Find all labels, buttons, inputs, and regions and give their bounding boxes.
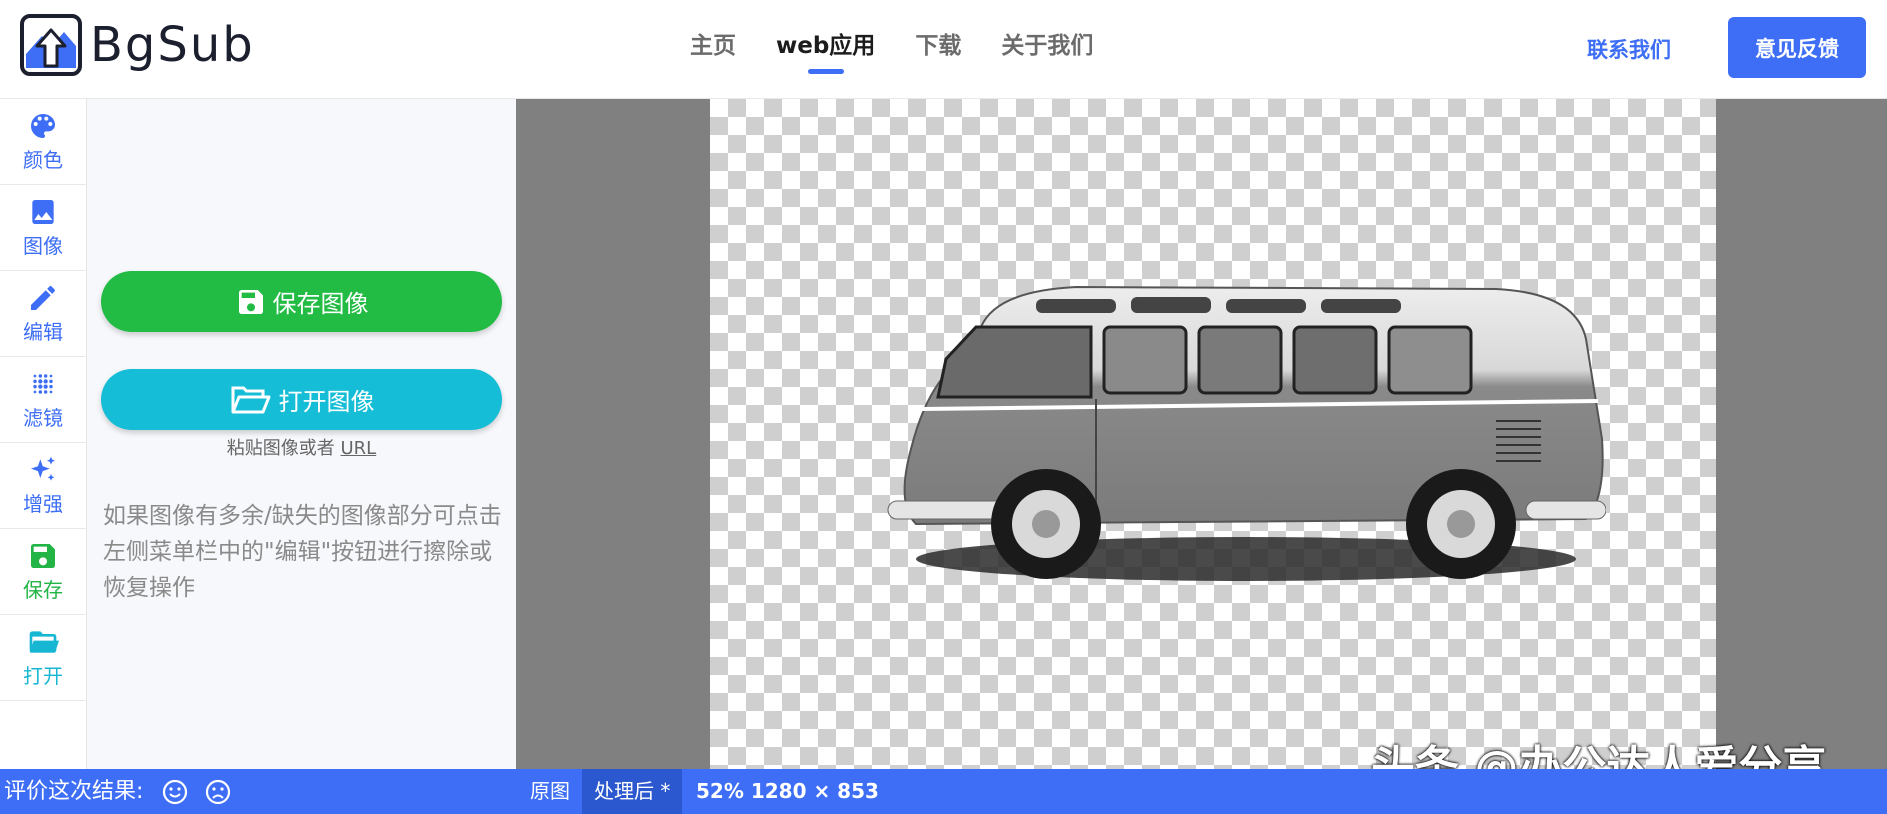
main-nav: 主页 web应用 下载 关于我们 bbox=[690, 26, 1093, 74]
rail-label-image: 图像 bbox=[23, 234, 63, 258]
folder-open-icon bbox=[231, 386, 270, 413]
bottom-status-bar: 评价这次结果: 原图 处理后 * 52% 1280 × 853 bbox=[0, 769, 1887, 814]
logo-mark-icon bbox=[20, 14, 82, 76]
tab-processed[interactable]: 处理后 * bbox=[582, 769, 683, 814]
feedback-button[interactable]: 意见反馈 bbox=[1728, 17, 1866, 78]
palette-icon bbox=[31, 114, 55, 138]
rail-label-open: 打开 bbox=[23, 664, 63, 688]
logo-text: BgSub bbox=[90, 17, 255, 73]
nav-item-web-app[interactable]: web应用 bbox=[776, 26, 875, 74]
save-image-label: 保存图像 bbox=[272, 290, 369, 318]
image-canvas[interactable]: 头条 @办公达人爱分享 bbox=[516, 99, 1887, 769]
sparkles-icon bbox=[31, 456, 55, 481]
rail-item-save[interactable]: 保存 bbox=[0, 529, 86, 615]
paste-url-link[interactable]: URL bbox=[341, 438, 377, 459]
rail-label-save: 保存 bbox=[23, 578, 63, 602]
contact-link[interactable]: 联系我们 bbox=[1587, 34, 1671, 64]
save-image-button[interactable]: 保存图像 bbox=[101, 271, 502, 332]
rail-label-enhance: 增强 bbox=[23, 492, 63, 516]
paste-hint-text: 粘贴图像或者 bbox=[226, 438, 335, 459]
rail-item-filter[interactable]: 滤镜 bbox=[0, 357, 86, 443]
pencil-icon bbox=[31, 285, 55, 310]
nav-item-home[interactable]: 主页 bbox=[690, 26, 736, 74]
rail-item-color[interactable]: 颜色 bbox=[0, 99, 86, 185]
logo[interactable]: BgSub bbox=[20, 14, 255, 76]
tab-original[interactable]: 原图 bbox=[520, 769, 580, 814]
floppy-disk-icon bbox=[238, 289, 263, 314]
watermark-text: 头条 @办公达人爱分享 bbox=[1371, 742, 1827, 769]
dots-grid-icon bbox=[33, 374, 53, 394]
folder-open-icon bbox=[29, 631, 59, 653]
rail-item-edit[interactable]: 编辑 bbox=[0, 271, 86, 357]
processed-van-image bbox=[887, 285, 1606, 581]
rail-label-edit: 编辑 bbox=[23, 320, 63, 344]
rail-item-image[interactable]: 图像 bbox=[0, 185, 86, 271]
image-info-readout: 52% 1280 × 853 bbox=[696, 779, 879, 803]
nav-item-download[interactable]: 下载 bbox=[915, 26, 961, 74]
frown-face-icon[interactable] bbox=[205, 779, 231, 805]
edit-tip-text: 如果图像有多余/缺失的图像部分可点击左侧菜单栏中的"编辑"按钮进行擦除或恢复操作 bbox=[103, 503, 502, 601]
paste-hint: 粘贴图像或者 URL bbox=[87, 434, 516, 460]
image-icon bbox=[32, 200, 54, 224]
floppy-disk-icon bbox=[31, 544, 55, 568]
rate-result-label: 评价这次结果: bbox=[4, 779, 144, 804]
nav-item-about[interactable]: 关于我们 bbox=[1001, 26, 1093, 74]
tool-rail: 颜色 图像 编辑 滤镜 增强 保存 打开 bbox=[0, 99, 87, 769]
rail-label-color: 颜色 bbox=[23, 148, 63, 172]
side-panel: 保存图像 打开图像 粘贴图像或者 URL 如果图像有多余/缺失的图像部分可点击左… bbox=[87, 99, 516, 769]
open-image-label: 打开图像 bbox=[278, 388, 375, 416]
smile-face-icon[interactable] bbox=[162, 779, 188, 805]
top-header: BgSub 主页 web应用 下载 关于我们 联系我们 意见反馈 bbox=[0, 0, 1887, 99]
rail-item-open[interactable]: 打开 bbox=[0, 615, 86, 701]
rail-label-filter: 滤镜 bbox=[23, 406, 63, 430]
rail-item-enhance[interactable]: 增强 bbox=[0, 443, 86, 529]
open-image-button[interactable]: 打开图像 bbox=[101, 369, 502, 430]
